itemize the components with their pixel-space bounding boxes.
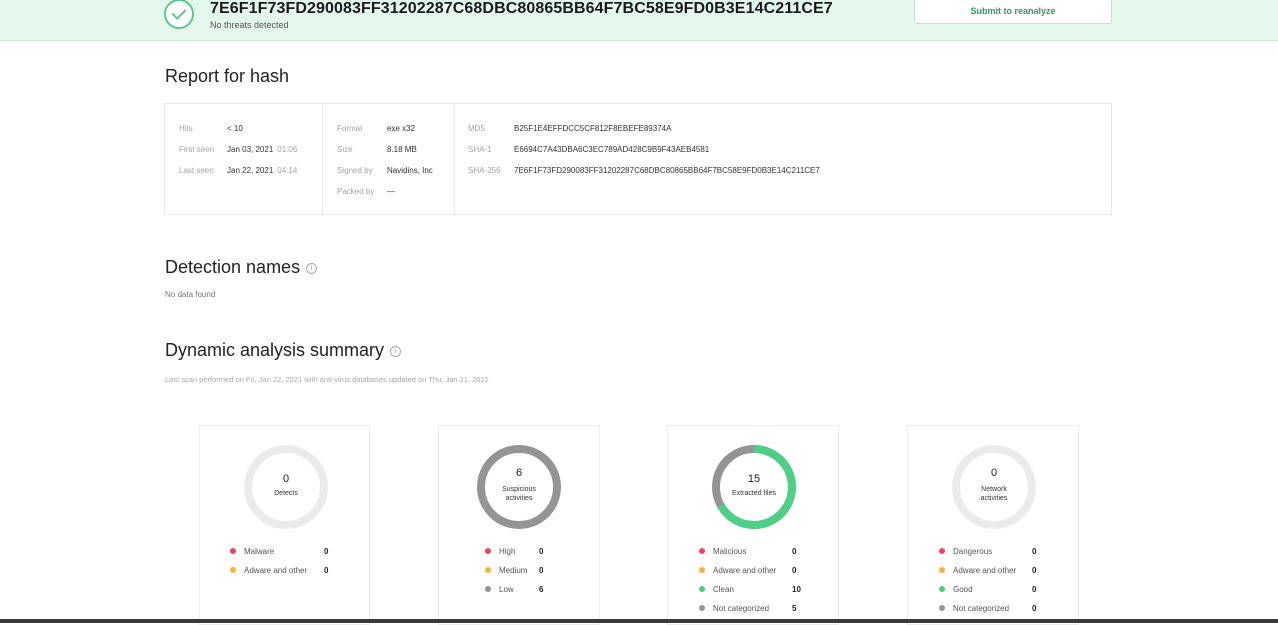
- submit-reanalyze-button[interactable]: Submit to reanalyze: [914, 0, 1112, 24]
- legend-dot-icon: [485, 586, 491, 592]
- legend-item: Not categorized 5: [699, 604, 812, 616]
- legend-label: Dangerous: [953, 547, 993, 556]
- ring-label-line: Detects: [274, 490, 298, 497]
- dynamic-summary-title: Dynamic analysis summary i: [165, 340, 402, 361]
- legend-dot-icon: [699, 586, 705, 592]
- legend-count: 0: [324, 566, 329, 575]
- legend-count: 0: [539, 566, 544, 575]
- legend-dot-icon: [699, 548, 705, 554]
- legend-dot-icon: [699, 605, 705, 611]
- ring-count: 0: [282, 473, 290, 485]
- no-data-text: No data found: [165, 290, 216, 299]
- ring-track: [244, 445, 328, 529]
- legend-item: Good 0: [939, 585, 1052, 597]
- size-row: Size 8.18 MB: [337, 145, 417, 154]
- ring-label: Network activities: [959, 485, 1029, 503]
- legend-item: Not categorized 0: [939, 604, 1052, 616]
- donut-ring: [244, 445, 328, 529]
- legend-label: Not categorized: [713, 604, 770, 613]
- legend-item: Adware and other 0: [230, 566, 344, 578]
- legend-label: Medium: [499, 566, 528, 575]
- legend-dot-icon: [230, 548, 236, 554]
- legend-label: Adware and other: [713, 566, 777, 575]
- legend-item: Malware 0: [230, 547, 344, 559]
- legend-count: 0: [324, 547, 329, 556]
- ring-label-line: activities: [505, 495, 533, 502]
- legend-label: Clean: [713, 585, 734, 594]
- sha256-row: SHA-256 7E6F1F73FD290083FF31202287C68DBC8…: [468, 166, 820, 175]
- legend-dot-icon: [939, 548, 945, 554]
- legend-label: Low: [499, 585, 514, 594]
- legend-count: 6: [539, 585, 544, 594]
- legend-dot-icon: [485, 567, 491, 573]
- summary-tile: 0 Detects Malware 0 Adware and other 0: [199, 425, 370, 625]
- first-seen-row: First seen Jan 03, 2021 01:06: [179, 145, 298, 154]
- ring-label-line: activities: [980, 495, 1008, 502]
- check-circle-icon: [164, 0, 194, 29]
- legend-item: Dangerous 0: [939, 547, 1052, 559]
- legend-item: Clean 10: [699, 585, 812, 597]
- legend-count: 0: [792, 547, 797, 556]
- legend-item: High 0: [485, 547, 559, 559]
- last-scan-text: Last scan performed on Fri, Jan 22, 2021…: [165, 375, 489, 384]
- legend-count: 0: [1032, 547, 1037, 556]
- legend-dot-icon: [939, 586, 945, 592]
- report-details-box: Hits < 10 First seen Jan 03, 2021 01:06 Las…: [164, 103, 1112, 216]
- window-bottom-edge: [0, 619, 1278, 623]
- info-icon[interactable]: i: [390, 345, 402, 357]
- summary-tile: 6 Suspicious activities High 0 Medium 0 Low 6: [438, 425, 600, 625]
- legend-count: 0: [1032, 585, 1037, 594]
- legend-label: Adware and other: [244, 566, 308, 575]
- ring-label: Detects: [251, 489, 321, 498]
- summary-tile: 15 Extracted files Malicious 0 Adware and ot…: [667, 425, 839, 625]
- column-divider: [322, 104, 323, 216]
- hits-row: Hits < 10: [179, 124, 243, 133]
- ring-count: 15: [747, 473, 761, 485]
- sha1-row: SHA-1 E6694C7A43DBA6C3EC789AD428C9B9F43AE…: [468, 145, 710, 154]
- ring-label-line: Suspicious: [502, 486, 536, 493]
- ring-count: 0: [990, 467, 998, 479]
- legend-label: Malware: [244, 547, 275, 556]
- legend-label: Not categorized: [953, 604, 1010, 613]
- legend-count: 5: [792, 604, 797, 613]
- ring-count: 6: [515, 467, 523, 479]
- column-divider: [454, 104, 455, 216]
- legend-label: Good: [953, 585, 973, 594]
- legend-dot-icon: [485, 548, 491, 554]
- ring-label: Extracted files: [719, 489, 789, 498]
- legend-dot-icon: [230, 567, 236, 573]
- legend-count: 0: [1032, 604, 1037, 613]
- status-text: No threats detected: [210, 20, 289, 30]
- legend-label: Malicious: [713, 547, 747, 556]
- legend-item: Medium 0: [485, 566, 559, 578]
- legend-item: Low 6: [485, 585, 559, 597]
- legend-item: Adware and other 0: [699, 566, 812, 578]
- legend-label: Adware and other: [953, 566, 1017, 575]
- report-title: Report for hash: [165, 66, 290, 86]
- packed-by-row: Packed by —: [337, 187, 395, 196]
- signed-by-row: Signed by Navidins, Inc: [337, 166, 433, 175]
- ring-label: Suspicious activities: [484, 485, 554, 503]
- last-seen-row: Last seen Jan 22, 2021 04:14: [179, 166, 298, 175]
- summary-tile: 0 Network activities Dangerous 0 Adware and o…: [907, 425, 1079, 625]
- legend-item: Malicious 0: [699, 547, 812, 559]
- legend-count: 0: [792, 566, 797, 575]
- donut-ring: [712, 445, 796, 529]
- detection-title: Detection names i: [165, 257, 318, 278]
- legend-count: 10: [792, 585, 801, 594]
- ring-label-line: Extracted files: [732, 490, 776, 497]
- legend-count: 0: [1032, 566, 1037, 575]
- legend-label: High: [499, 547, 516, 556]
- legend-count: 0: [539, 547, 544, 556]
- ring-label-line: Network: [981, 486, 1007, 493]
- format-row: Format exe x32: [337, 124, 416, 133]
- info-icon[interactable]: i: [306, 262, 318, 274]
- legend-item: Adware and other 0: [939, 566, 1052, 578]
- hash-title: 7E6F1F73FD290083FF31202287C68DBC80865BB6…: [210, 0, 833, 17]
- status-banner: 7E6F1F73FD290083FF31202287C68DBC80865BB6…: [0, 0, 1278, 41]
- legend-dot-icon: [939, 567, 945, 573]
- legend-dot-icon: [699, 567, 705, 573]
- md5-row: MD5 B25F1E4EFFDCC5CF812F8EBEFE89374A: [468, 124, 672, 133]
- legend-dot-icon: [939, 605, 945, 611]
